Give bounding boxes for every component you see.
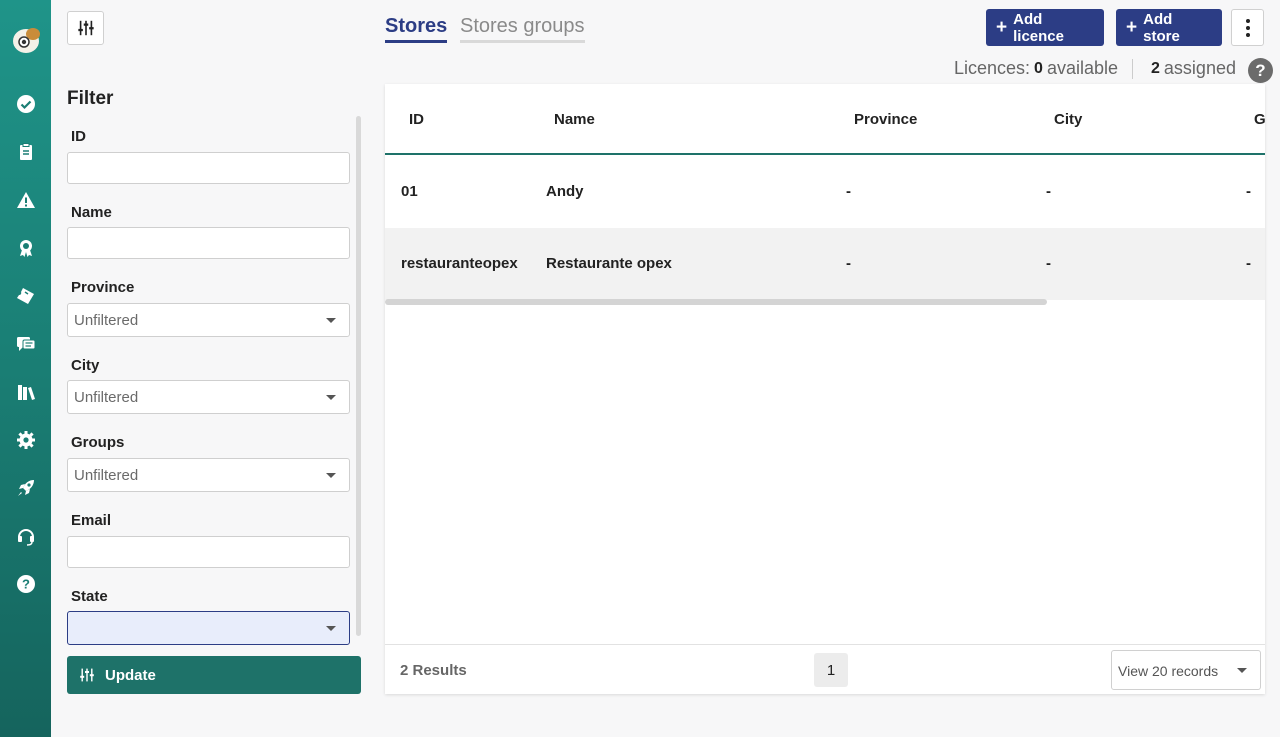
records-per-page-select[interactable]: View 20 records [1111, 650, 1261, 690]
results-count: 2 Results [400, 662, 467, 679]
groups-select[interactable]: Unfiltered [67, 458, 350, 492]
svg-text:?: ? [22, 577, 30, 592]
add-store-button[interactable]: + Add store [1116, 9, 1222, 46]
check-circle-icon[interactable] [15, 93, 37, 115]
email-input[interactable] [67, 536, 350, 568]
horizontal-scrollbar[interactable] [385, 299, 1047, 305]
id-label: ID [71, 128, 86, 145]
column-header-groups[interactable]: G [1254, 111, 1265, 128]
books-icon[interactable] [15, 381, 37, 403]
gear-icon[interactable] [15, 429, 37, 451]
licences-summary: Licences: 0 available 2 assigned [954, 58, 1236, 79]
cell-name: Restaurante opex [546, 255, 672, 272]
table-header: ID Name Province City G [385, 84, 1265, 155]
help-icon[interactable]: ? [1248, 58, 1273, 83]
licences-available-label: available [1046, 58, 1119, 78]
chevron-down-icon [1237, 668, 1247, 673]
sidebar: ? [0, 0, 51, 737]
chat-icon[interactable] [15, 333, 37, 355]
email-label: Email [71, 512, 112, 529]
cell-id: restauranteopex [401, 255, 518, 272]
award-icon[interactable] [15, 237, 37, 259]
groups-select-value: Unfiltered [74, 467, 139, 484]
column-header-id[interactable]: ID [409, 111, 424, 128]
table-row[interactable]: restauranteopex Restaurante opex - - - [385, 228, 1265, 300]
cell-groups: - [1246, 255, 1251, 272]
plus-icon: + [1126, 17, 1138, 38]
city-select[interactable]: Unfiltered [67, 380, 350, 414]
table-row[interactable]: 01 Andy - - - [385, 156, 1265, 228]
city-label: City [71, 357, 100, 374]
stores-table: ID Name Province City G 01 Andy - - - re… [385, 84, 1265, 694]
divider [1132, 58, 1134, 79]
filter-scrollbar[interactable] [356, 116, 361, 636]
cell-id: 01 [401, 183, 418, 200]
chevron-down-icon [326, 395, 336, 400]
name-label: Name [71, 204, 112, 221]
sliders-icon [77, 20, 94, 36]
licences-available-count: 0 [1034, 59, 1043, 77]
column-header-city[interactable]: City [1054, 111, 1082, 128]
id-input[interactable] [67, 152, 350, 184]
province-select[interactable]: Unfiltered [67, 303, 350, 337]
more-options-button[interactable] [1231, 9, 1264, 46]
add-store-label: Add store [1143, 10, 1180, 45]
help-icon[interactable]: ? [15, 573, 37, 595]
city-select-value: Unfiltered [74, 389, 139, 406]
chevron-down-icon [326, 626, 336, 631]
state-select[interactable] [67, 611, 350, 645]
sliders-icon [80, 668, 94, 682]
name-input[interactable] [67, 227, 350, 259]
column-header-province[interactable]: Province [854, 111, 917, 128]
add-licence-label: Add licence [1013, 10, 1064, 45]
province-select-value: Unfiltered [74, 312, 139, 329]
add-licence-button[interactable]: + Add licence [986, 9, 1104, 46]
clipboard-icon[interactable] [15, 141, 37, 163]
update-button-label: Update [105, 666, 156, 684]
cell-city: - [1046, 255, 1051, 272]
app-logo[interactable] [11, 26, 41, 54]
kebab-dot [1245, 25, 1250, 30]
column-header-name[interactable]: Name [554, 111, 595, 128]
plus-icon: + [996, 17, 1008, 38]
filter-title: Filter [67, 88, 114, 109]
chevron-down-icon [326, 473, 336, 478]
table-footer: 2 Results 1 View 20 records [385, 644, 1265, 694]
headset-icon[interactable] [15, 525, 37, 547]
licences-label: Licences: [954, 58, 1031, 78]
chevron-down-icon [326, 318, 336, 323]
groups-label: Groups [71, 434, 125, 451]
warning-icon[interactable] [15, 189, 37, 211]
ticket-icon[interactable] [15, 285, 37, 307]
filter-toggle-button[interactable] [67, 11, 104, 45]
records-per-page-value: View 20 records [1118, 663, 1219, 679]
licences-assigned-count: 2 [1151, 59, 1160, 77]
cell-city: - [1046, 183, 1051, 200]
kebab-dot [1245, 18, 1250, 23]
cell-province: - [846, 255, 851, 272]
rocket-icon[interactable] [15, 477, 37, 499]
page-button[interactable]: 1 [814, 653, 848, 687]
licences-assigned-label: assigned [1163, 58, 1236, 78]
tab-stores-groups[interactable]: Stores groups [460, 15, 585, 43]
province-label: Province [71, 279, 135, 296]
state-label: State [71, 588, 108, 605]
cell-groups: - [1246, 183, 1251, 200]
cell-name: Andy [546, 183, 584, 200]
kebab-dot [1245, 32, 1250, 37]
cell-province: - [846, 183, 851, 200]
tab-stores[interactable]: Stores [385, 15, 448, 43]
update-button[interactable]: Update [67, 656, 361, 694]
